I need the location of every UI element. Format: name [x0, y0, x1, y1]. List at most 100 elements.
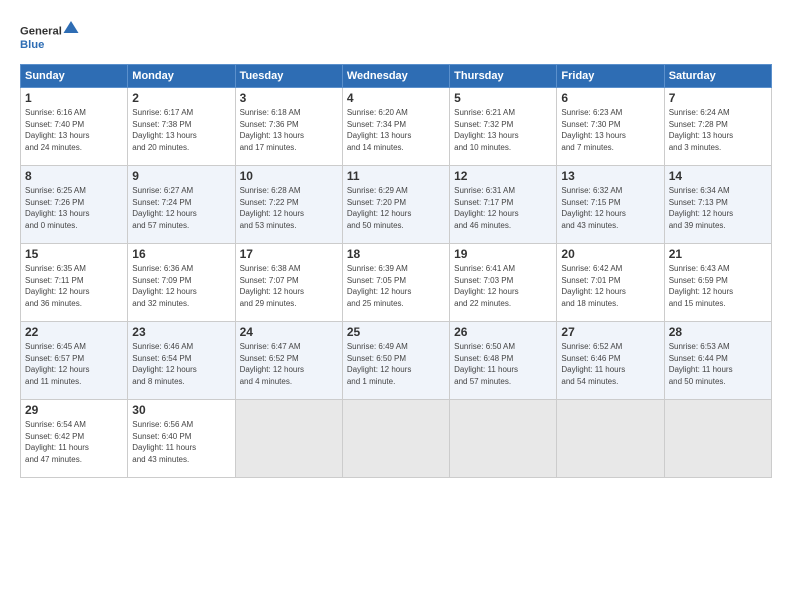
- table-row: 19 Sunrise: 6:41 AM Sunset: 7:03 PM Dayli…: [450, 244, 557, 322]
- day-number: 19: [454, 247, 552, 261]
- col-tuesday: Tuesday: [235, 65, 342, 88]
- day-info: Sunrise: 6:20 AM Sunset: 7:34 PM Dayligh…: [347, 107, 445, 153]
- day-number: 12: [454, 169, 552, 183]
- table-row: [342, 400, 449, 478]
- table-row: [235, 400, 342, 478]
- day-number: 30: [132, 403, 230, 417]
- day-info: Sunrise: 6:18 AM Sunset: 7:36 PM Dayligh…: [240, 107, 338, 153]
- col-thursday: Thursday: [450, 65, 557, 88]
- table-row: 28 Sunrise: 6:53 AM Sunset: 6:44 PM Dayli…: [664, 322, 771, 400]
- day-info: Sunrise: 6:27 AM Sunset: 7:24 PM Dayligh…: [132, 185, 230, 231]
- calendar-row: 29 Sunrise: 6:54 AM Sunset: 6:42 PM Dayli…: [21, 400, 772, 478]
- day-info: Sunrise: 6:25 AM Sunset: 7:26 PM Dayligh…: [25, 185, 123, 231]
- day-info: Sunrise: 6:21 AM Sunset: 7:32 PM Dayligh…: [454, 107, 552, 153]
- day-info: Sunrise: 6:38 AM Sunset: 7:07 PM Dayligh…: [240, 263, 338, 309]
- day-number: 14: [669, 169, 767, 183]
- day-info: Sunrise: 6:39 AM Sunset: 7:05 PM Dayligh…: [347, 263, 445, 309]
- table-row: 9 Sunrise: 6:27 AM Sunset: 7:24 PM Daylig…: [128, 166, 235, 244]
- table-row: 25 Sunrise: 6:49 AM Sunset: 6:50 PM Dayli…: [342, 322, 449, 400]
- table-row: [557, 400, 664, 478]
- table-row: 12 Sunrise: 6:31 AM Sunset: 7:17 PM Dayli…: [450, 166, 557, 244]
- day-number: 17: [240, 247, 338, 261]
- day-info: Sunrise: 6:16 AM Sunset: 7:40 PM Dayligh…: [25, 107, 123, 153]
- day-info: Sunrise: 6:56 AM Sunset: 6:40 PM Dayligh…: [132, 419, 230, 465]
- day-number: 21: [669, 247, 767, 261]
- day-number: 10: [240, 169, 338, 183]
- table-row: 17 Sunrise: 6:38 AM Sunset: 7:07 PM Dayli…: [235, 244, 342, 322]
- day-number: 13: [561, 169, 659, 183]
- day-number: 5: [454, 91, 552, 105]
- table-row: 21Sunrise: 6:43 AM Sunset: 6:59 PM Dayli…: [664, 244, 771, 322]
- day-info: Sunrise: 6:46 AM Sunset: 6:54 PM Dayligh…: [132, 341, 230, 387]
- day-number: 8: [25, 169, 123, 183]
- table-row: 26Sunrise: 6:50 AM Sunset: 6:48 PM Dayli…: [450, 322, 557, 400]
- table-row: 23 Sunrise: 6:46 AM Sunset: 6:54 PM Dayli…: [128, 322, 235, 400]
- table-row: 4 Sunrise: 6:20 AM Sunset: 7:34 PM Daylig…: [342, 88, 449, 166]
- day-number: 24: [240, 325, 338, 339]
- day-info: Sunrise: 6:45 AM Sunset: 6:57 PM Dayligh…: [25, 341, 123, 387]
- table-row: 10 Sunrise: 6:28 AM Sunset: 7:22 PM Dayli…: [235, 166, 342, 244]
- table-row: 2 Sunrise: 6:17 AM Sunset: 7:38 PM Daylig…: [128, 88, 235, 166]
- calendar-row: 15Sunrise: 6:35 AM Sunset: 7:11 PM Dayli…: [21, 244, 772, 322]
- header: General Blue: [20, 16, 772, 56]
- table-row: 15Sunrise: 6:35 AM Sunset: 7:11 PM Dayli…: [21, 244, 128, 322]
- calendar-header-row: Sunday Monday Tuesday Wednesday Thursday…: [21, 65, 772, 88]
- day-info: Sunrise: 6:28 AM Sunset: 7:22 PM Dayligh…: [240, 185, 338, 231]
- day-number: 4: [347, 91, 445, 105]
- day-info: Sunrise: 6:32 AM Sunset: 7:15 PM Dayligh…: [561, 185, 659, 231]
- table-row: 24 Sunrise: 6:47 AM Sunset: 6:52 PM Dayli…: [235, 322, 342, 400]
- table-row: 8 Sunrise: 6:25 AM Sunset: 7:26 PM Daylig…: [21, 166, 128, 244]
- table-row: 13 Sunrise: 6:32 AM Sunset: 7:15 PM Dayli…: [557, 166, 664, 244]
- day-info: Sunrise: 6:17 AM Sunset: 7:38 PM Dayligh…: [132, 107, 230, 153]
- svg-text:General: General: [20, 26, 62, 38]
- table-row: 6 Sunrise: 6:23 AM Sunset: 7:30 PM Daylig…: [557, 88, 664, 166]
- day-number: 28: [669, 325, 767, 339]
- table-row: 1 Sunrise: 6:16 AM Sunset: 7:40 PM Daylig…: [21, 88, 128, 166]
- table-row: 5 Sunrise: 6:21 AM Sunset: 7:32 PM Daylig…: [450, 88, 557, 166]
- day-info: Sunrise: 6:47 AM Sunset: 6:52 PM Dayligh…: [240, 341, 338, 387]
- day-info: Sunrise: 6:41 AM Sunset: 7:03 PM Dayligh…: [454, 263, 552, 309]
- col-sunday: Sunday: [21, 65, 128, 88]
- day-number: 26: [454, 325, 552, 339]
- day-number: 2: [132, 91, 230, 105]
- table-row: 22 Sunrise: 6:45 AM Sunset: 6:57 PM Dayli…: [21, 322, 128, 400]
- day-number: 25: [347, 325, 445, 339]
- calendar-row: 1 Sunrise: 6:16 AM Sunset: 7:40 PM Daylig…: [21, 88, 772, 166]
- table-row: [664, 400, 771, 478]
- day-info: Sunrise: 6:54 AM Sunset: 6:42 PM Dayligh…: [25, 419, 123, 465]
- table-row: 3Sunrise: 6:18 AM Sunset: 7:36 PM Daylig…: [235, 88, 342, 166]
- day-info: Sunrise: 6:23 AM Sunset: 7:30 PM Dayligh…: [561, 107, 659, 153]
- day-number: 20: [561, 247, 659, 261]
- table-row: 29 Sunrise: 6:54 AM Sunset: 6:42 PM Dayli…: [21, 400, 128, 478]
- day-number: 23: [132, 325, 230, 339]
- day-info: Sunrise: 6:52 AM Sunset: 6:46 PM Dayligh…: [561, 341, 659, 387]
- calendar-row: 22 Sunrise: 6:45 AM Sunset: 6:57 PM Dayli…: [21, 322, 772, 400]
- table-row: 27Sunrise: 6:52 AM Sunset: 6:46 PM Dayli…: [557, 322, 664, 400]
- day-number: 9: [132, 169, 230, 183]
- day-info: Sunrise: 6:34 AM Sunset: 7:13 PM Dayligh…: [669, 185, 767, 231]
- day-info: Sunrise: 6:53 AM Sunset: 6:44 PM Dayligh…: [669, 341, 767, 387]
- table-row: 18Sunrise: 6:39 AM Sunset: 7:05 PM Dayli…: [342, 244, 449, 322]
- logo-svg: General Blue: [20, 16, 80, 56]
- day-info: Sunrise: 6:24 AM Sunset: 7:28 PM Dayligh…: [669, 107, 767, 153]
- calendar-table: Sunday Monday Tuesday Wednesday Thursday…: [20, 64, 772, 478]
- day-info: Sunrise: 6:35 AM Sunset: 7:11 PM Dayligh…: [25, 263, 123, 309]
- table-row: 7 Sunrise: 6:24 AM Sunset: 7:28 PM Daylig…: [664, 88, 771, 166]
- day-info: Sunrise: 6:31 AM Sunset: 7:17 PM Dayligh…: [454, 185, 552, 231]
- table-row: 16Sunrise: 6:36 AM Sunset: 7:09 PM Dayli…: [128, 244, 235, 322]
- table-row: [450, 400, 557, 478]
- svg-text:Blue: Blue: [20, 39, 44, 51]
- logo: General Blue: [20, 16, 80, 56]
- col-friday: Friday: [557, 65, 664, 88]
- table-row: 30 Sunrise: 6:56 AM Sunset: 6:40 PM Dayli…: [128, 400, 235, 478]
- col-monday: Monday: [128, 65, 235, 88]
- table-row: 11Sunrise: 6:29 AM Sunset: 7:20 PM Dayli…: [342, 166, 449, 244]
- day-number: 6: [561, 91, 659, 105]
- day-number: 7: [669, 91, 767, 105]
- day-info: Sunrise: 6:49 AM Sunset: 6:50 PM Dayligh…: [347, 341, 445, 387]
- day-number: 1: [25, 91, 123, 105]
- day-info: Sunrise: 6:36 AM Sunset: 7:09 PM Dayligh…: [132, 263, 230, 309]
- day-number: 22: [25, 325, 123, 339]
- day-number: 29: [25, 403, 123, 417]
- page: General Blue Sunday Monday Tuesday Wedne…: [0, 0, 792, 612]
